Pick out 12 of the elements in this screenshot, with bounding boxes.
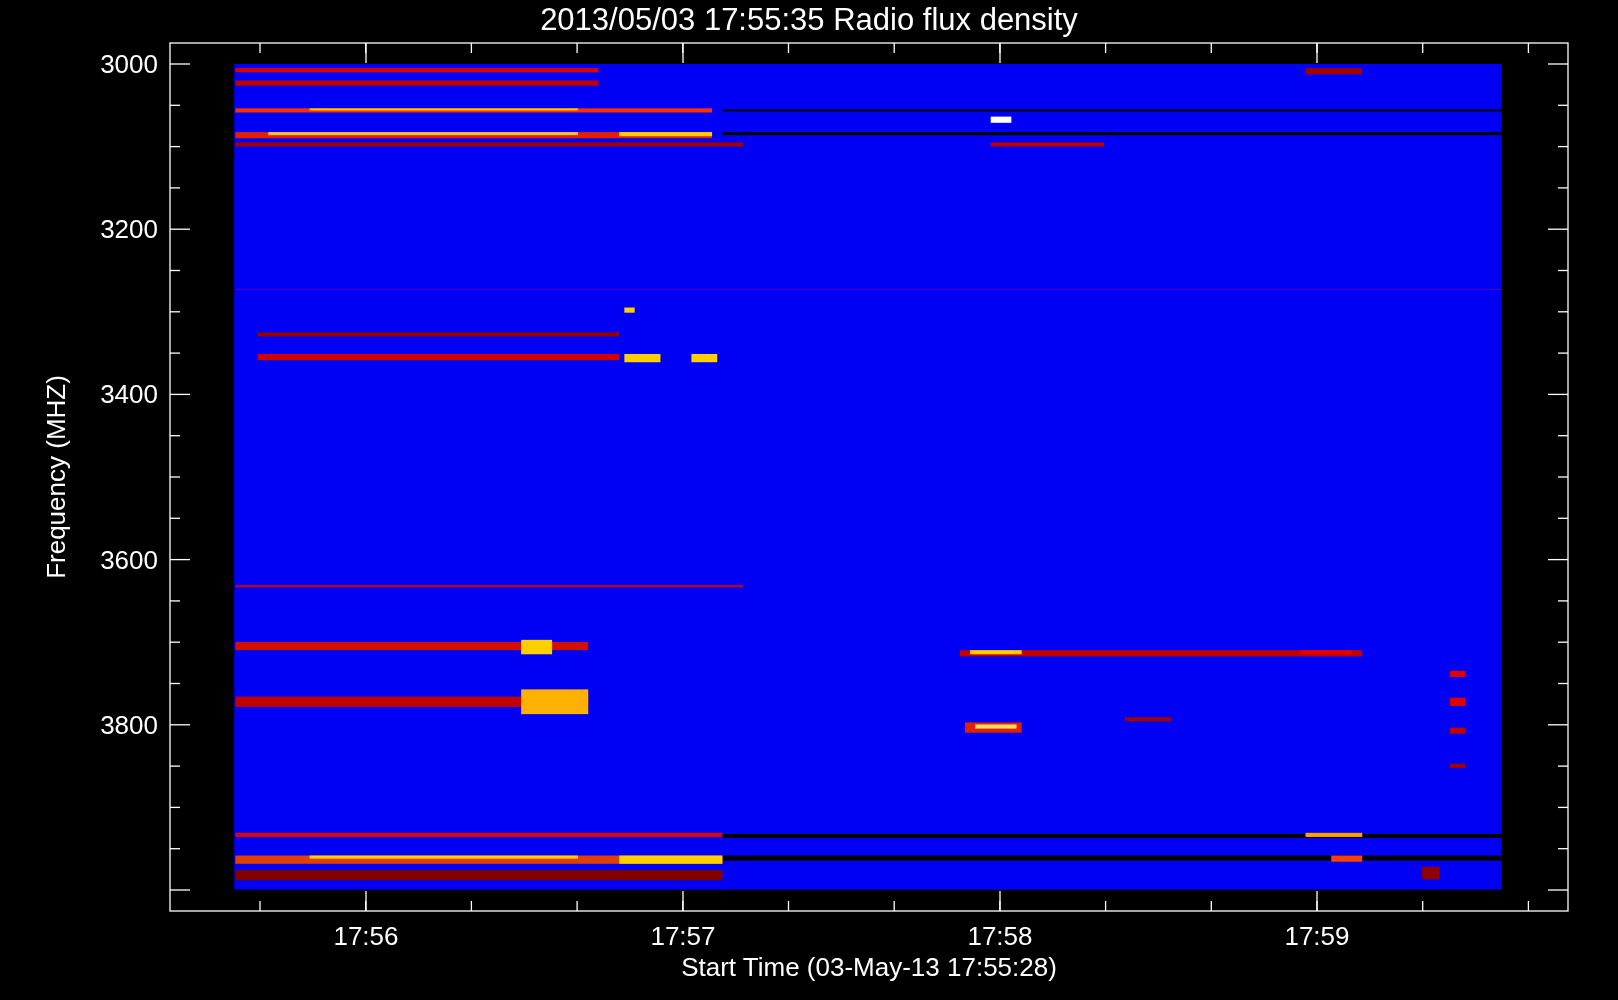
x-tick-label: 17:56 — [333, 921, 399, 951]
x-tick-label: 17:58 — [967, 921, 1033, 951]
x-tick-label: 17:57 — [650, 921, 716, 951]
y-tick-label: 3200 — [100, 214, 158, 245]
x-tick-label: 17:59 — [1284, 921, 1350, 951]
y-tick-label: 3800 — [100, 709, 158, 740]
y-tick-label: 3600 — [100, 544, 158, 575]
y-tick-label: 3000 — [100, 49, 158, 79]
plot-title: 2013/05/03 17:55:35 Radio flux density — [540, 2, 1078, 37]
y-axis-label: Frequency (MHZ) — [41, 375, 71, 579]
x-axis-label: Start Time (03-May-13 17:55:28) — [681, 952, 1057, 982]
y-tick-label: 3400 — [100, 379, 158, 410]
